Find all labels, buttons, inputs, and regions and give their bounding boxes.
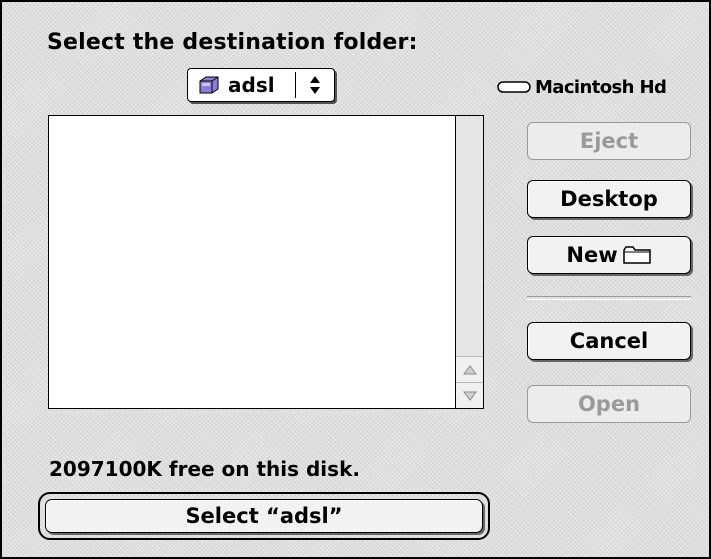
- folder-contents-list[interactable]: [48, 115, 484, 409]
- hard-disk-icon: [497, 81, 531, 93]
- dialog-title: Select the destination folder:: [47, 30, 418, 55]
- folder-popup-menu[interactable]: adsl: [187, 68, 335, 102]
- open-button[interactable]: Open: [527, 385, 691, 423]
- default-button-ring: Select “adsl”: [38, 492, 490, 540]
- folder-icon: [199, 76, 219, 94]
- destination-folder-dialog: Select the destination folder: adsl Maci…: [0, 0, 711, 559]
- free-space-text: 2097100K free on this disk.: [49, 457, 360, 481]
- folder-outline-icon: [622, 246, 651, 264]
- popup-divider: [295, 72, 296, 98]
- volume-name: Macintosh Hd: [535, 76, 667, 98]
- down-arrow-icon: [462, 391, 477, 401]
- eject-button[interactable]: Eject: [527, 122, 691, 160]
- up-down-arrows-icon: [310, 76, 320, 94]
- desktop-button[interactable]: Desktop: [527, 180, 691, 218]
- new-folder-button[interactable]: New: [527, 236, 691, 274]
- vertical-scrollbar[interactable]: [455, 116, 483, 408]
- folder-popup-label: adsl: [228, 73, 275, 97]
- up-arrow-icon: [462, 364, 477, 374]
- cancel-button[interactable]: Cancel: [527, 322, 691, 360]
- scroll-up-arrow[interactable]: [456, 356, 483, 382]
- select-folder-button[interactable]: Select “adsl”: [45, 499, 483, 533]
- volume-indicator: Macintosh Hd: [497, 72, 667, 102]
- scroll-down-arrow[interactable]: [456, 382, 483, 408]
- new-folder-label: New: [566, 243, 618, 267]
- button-separator: [527, 296, 691, 300]
